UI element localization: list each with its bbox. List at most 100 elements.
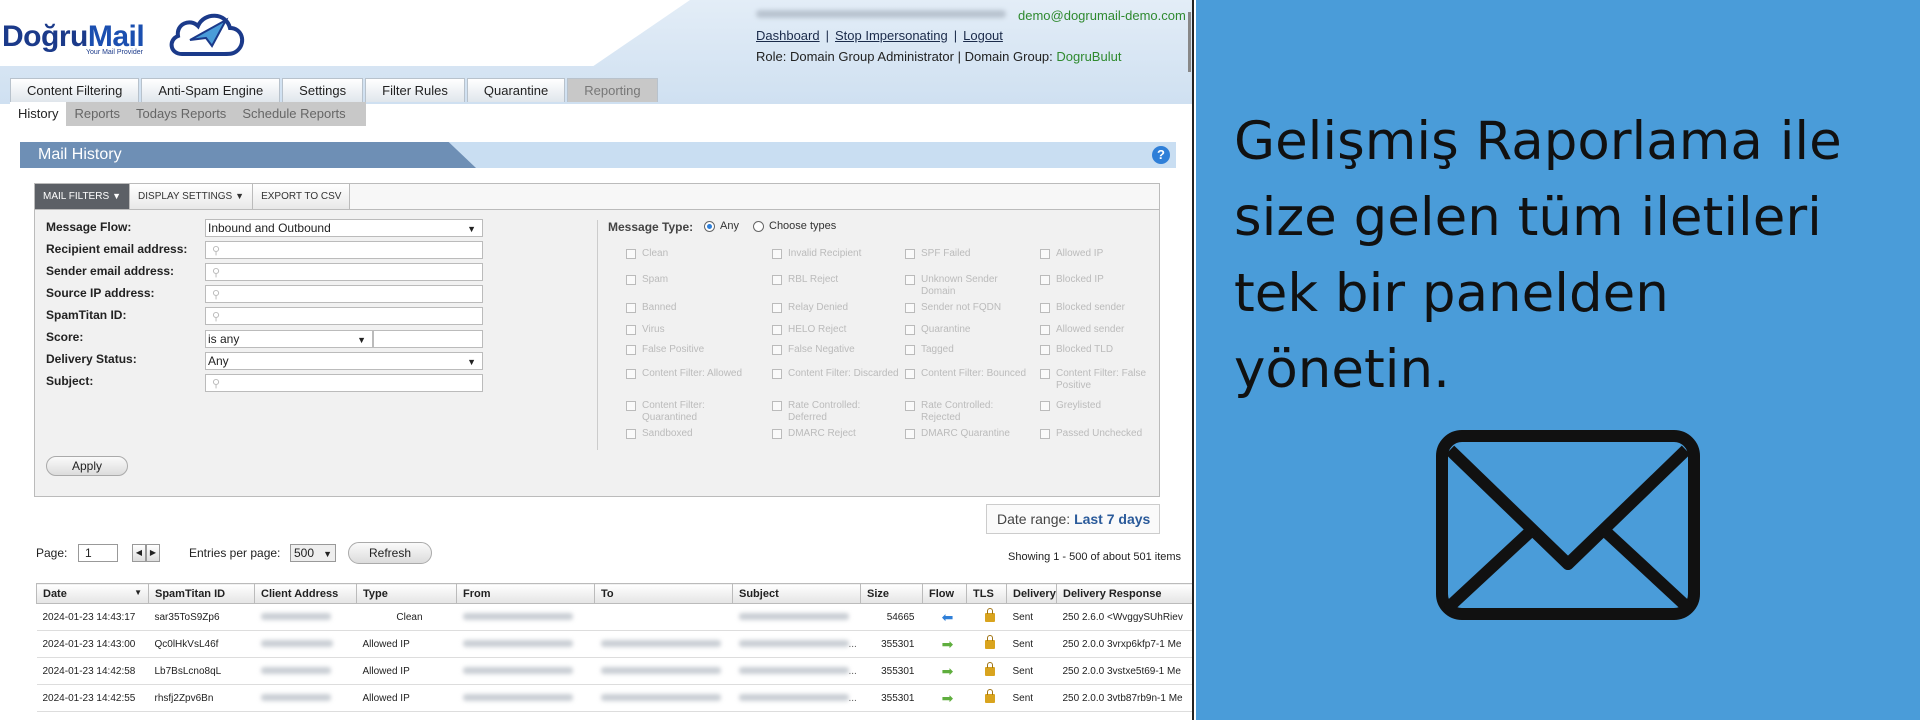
prev-page-icon[interactable]: ◀: [132, 544, 146, 562]
checkbox-box[interactable]: [626, 345, 636, 355]
message-type-checkbox[interactable]: Content Filter: Discarded: [772, 368, 900, 380]
checkbox-box[interactable]: [626, 303, 636, 313]
table-row[interactable]: 2024-01-23 14:43:00 Qc0lHkVsL46f Allowed I…: [36, 630, 1192, 658]
checkbox-box[interactable]: [905, 275, 915, 285]
spamtitan-id-input[interactable]: ⚲: [205, 307, 483, 325]
checkbox-box[interactable]: [905, 401, 915, 411]
mail-filters-tab[interactable]: MAIL FILTERS ▼: [35, 184, 131, 209]
subtab-reports[interactable]: Reports: [66, 102, 128, 126]
col-type[interactable]: Type: [356, 583, 457, 604]
message-type-checkbox[interactable]: Rate Controlled: Rejected: [905, 400, 1033, 424]
col-to[interactable]: To: [594, 583, 733, 604]
checkbox-box[interactable]: [772, 369, 782, 379]
checkbox-box[interactable]: [626, 325, 636, 335]
checkbox-box[interactable]: [1040, 275, 1050, 285]
subtab-history[interactable]: History: [10, 102, 67, 126]
tab-settings[interactable]: Settings: [282, 78, 364, 102]
checkbox-box[interactable]: [905, 303, 915, 313]
message-type-checkbox[interactable]: Spam: [626, 274, 754, 286]
checkbox-box[interactable]: [626, 401, 636, 411]
cell-spamtitan-id[interactable]: Qc0lHkVsL46f: [148, 630, 255, 658]
message-type-checkbox[interactable]: Tagged: [905, 344, 1033, 356]
subtab-todays-reports[interactable]: Todays Reports: [128, 102, 234, 126]
help-icon[interactable]: ?: [1152, 146, 1170, 164]
checkbox-box[interactable]: [626, 249, 636, 259]
subject-input[interactable]: ⚲: [205, 374, 483, 392]
table-row[interactable]: 2024-01-23 14:42:55 rhsfj2Zpv6Bn Allowed I…: [36, 684, 1192, 712]
page-input[interactable]: 1: [78, 544, 118, 562]
date-range[interactable]: Date range: Last 7 days: [986, 504, 1160, 534]
col-tls[interactable]: TLS: [966, 583, 1007, 604]
tab-content-filtering[interactable]: Content Filtering: [10, 78, 140, 102]
checkbox-box[interactable]: [1040, 345, 1050, 355]
message-type-checkbox[interactable]: Content Filter: Bounced: [905, 368, 1033, 380]
delivery-status-select[interactable]: Any ▼: [205, 352, 483, 370]
checkbox-box[interactable]: [1040, 369, 1050, 379]
tab-quarantine[interactable]: Quarantine: [466, 78, 566, 102]
message-type-checkbox[interactable]: RBL Reject: [772, 274, 900, 286]
message-type-checkbox[interactable]: Banned: [626, 302, 754, 314]
entries-per-page-select[interactable]: 500 ▼: [290, 544, 336, 562]
message-type-checkbox[interactable]: Sandboxed: [626, 428, 754, 440]
checkbox-box[interactable]: [905, 369, 915, 379]
message-type-checkbox[interactable]: Rate Controlled: Deferred: [772, 400, 900, 424]
radio-any[interactable]: [704, 221, 715, 232]
checkbox-box[interactable]: [1040, 303, 1050, 313]
col-date[interactable]: Date ▼: [36, 583, 149, 604]
col-from[interactable]: From: [456, 583, 595, 604]
subtab-schedule-reports[interactable]: Schedule Reports: [234, 102, 353, 126]
logout-link[interactable]: Logout: [963, 28, 1003, 43]
message-type-checkbox[interactable]: Virus: [626, 324, 754, 336]
checkbox-box[interactable]: [1040, 249, 1050, 259]
checkbox-box[interactable]: [626, 429, 636, 439]
tab-anti-spam-engine[interactable]: Anti-Spam Engine: [141, 78, 281, 102]
score-operator-select[interactable]: is any ▼: [205, 330, 373, 348]
checkbox-box[interactable]: [626, 369, 636, 379]
checkbox-box[interactable]: [905, 345, 915, 355]
sender-input[interactable]: ⚲: [205, 263, 483, 281]
message-type-checkbox[interactable]: Quarantine: [905, 324, 1033, 336]
col-flow[interactable]: Flow: [922, 583, 967, 604]
col-client-address[interactable]: Client Address: [254, 583, 357, 604]
checkbox-box[interactable]: [1040, 325, 1050, 335]
refresh-button[interactable]: Refresh: [348, 542, 432, 564]
message-type-checkbox[interactable]: Greylisted: [1040, 400, 1158, 412]
message-type-checkbox[interactable]: Blocked sender: [1040, 302, 1158, 314]
tab-reporting[interactable]: Reporting: [567, 78, 658, 102]
message-type-checkbox[interactable]: Relay Denied: [772, 302, 900, 314]
checkbox-box[interactable]: [1040, 401, 1050, 411]
checkbox-box[interactable]: [772, 275, 782, 285]
message-type-checkbox[interactable]: SPF Failed: [905, 248, 1033, 260]
col-subject[interactable]: Subject: [732, 583, 861, 604]
checkbox-box[interactable]: [905, 429, 915, 439]
message-type-checkbox[interactable]: False Positive: [626, 344, 754, 356]
dashboard-link[interactable]: Dashboard: [756, 28, 820, 43]
message-type-checkbox[interactable]: Clean: [626, 248, 754, 260]
checkbox-box[interactable]: [772, 325, 782, 335]
col-delivery[interactable]: Delivery: [1006, 583, 1057, 604]
message-type-checkbox[interactable]: False Negative: [772, 344, 900, 356]
table-row[interactable]: 2024-01-23 14:42:58 Lb7BsLcno8qL Allowed I…: [36, 657, 1192, 685]
message-type-checkbox[interactable]: DMARC Reject: [772, 428, 900, 440]
message-type-checkbox[interactable]: Content Filter: Quarantined: [626, 400, 754, 424]
checkbox-box[interactable]: [1040, 429, 1050, 439]
checkbox-box[interactable]: [905, 249, 915, 259]
message-type-checkbox[interactable]: Allowed sender: [1040, 324, 1158, 336]
table-row[interactable]: 2024-01-23 14:43:17 sar35ToS9Zp6 Clean 5466…: [36, 603, 1192, 631]
cell-spamtitan-id[interactable]: rhsfj2Zpv6Bn: [148, 684, 255, 712]
cell-spamtitan-id[interactable]: Lb7BsLcno8qL: [148, 657, 255, 685]
col-size[interactable]: Size: [860, 583, 923, 604]
col-delivery-response[interactable]: Delivery Response: [1056, 583, 1192, 604]
export-csv-tab[interactable]: EXPORT TO CSV: [253, 184, 351, 209]
apply-button[interactable]: Apply: [46, 456, 128, 476]
checkbox-box[interactable]: [772, 401, 782, 411]
col-spamtitan-id[interactable]: SpamTitan ID: [148, 583, 255, 604]
message-type-checkbox[interactable]: Blocked IP: [1040, 274, 1158, 286]
stop-impersonating-link[interactable]: Stop Impersonating: [835, 28, 948, 43]
scrollbar-thumb[interactable]: [1188, 12, 1191, 72]
score-value-input[interactable]: [373, 330, 483, 348]
message-type-checkbox[interactable]: Content Filter: False Positive: [1040, 368, 1158, 392]
checkbox-box[interactable]: [772, 429, 782, 439]
message-type-checkbox[interactable]: HELO Reject: [772, 324, 900, 336]
recipient-input[interactable]: ⚲: [205, 241, 483, 259]
